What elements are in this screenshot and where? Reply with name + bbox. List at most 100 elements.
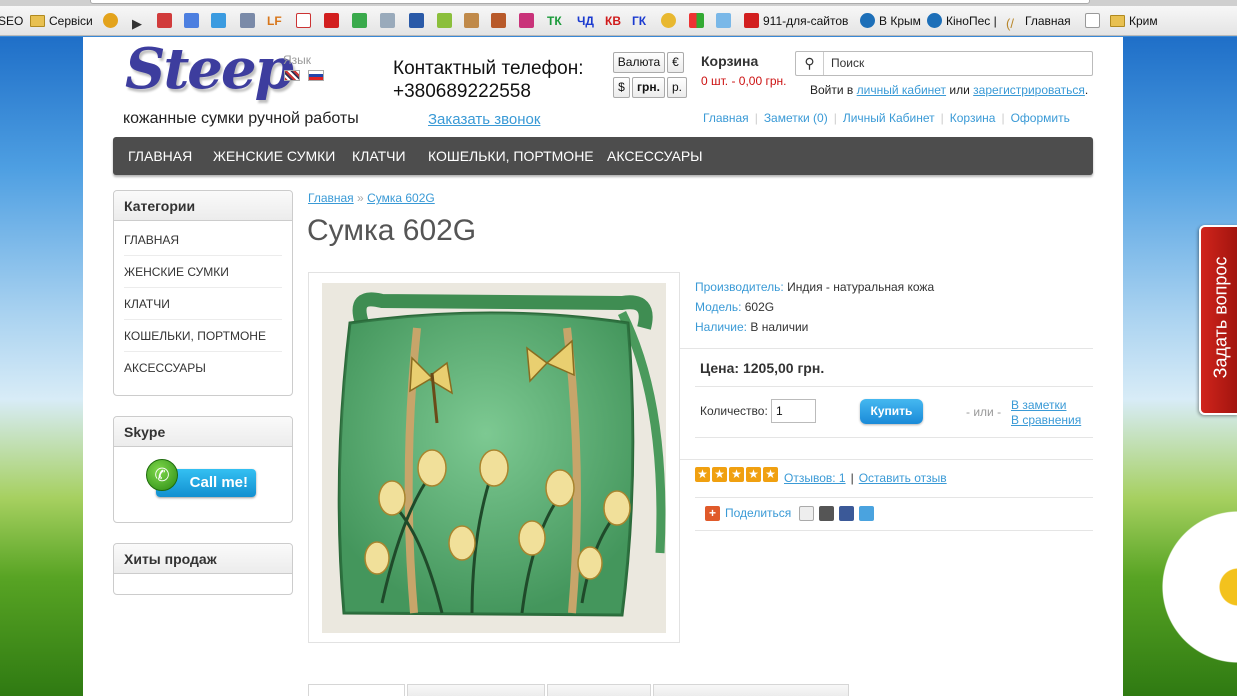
bookmark-crimea[interactable]: В Крым [860,11,921,31]
divider [695,386,1093,387]
bookmark-crimea-folder[interactable]: Крим [1110,11,1158,31]
bookmark-icon-9[interactable] [324,11,343,31]
manufacturer-value: Индия - натуральная кожа [787,280,935,294]
youtube-icon [324,13,339,28]
bookmark-icon-14[interactable] [464,11,483,31]
category-item[interactable]: ГЛАВНАЯ [124,224,282,256]
tab-reviews[interactable] [547,684,651,696]
divider [680,459,1093,460]
buy-button[interactable]: Купить [860,399,923,424]
bookmark-icon-16[interactable] [519,11,538,31]
site-icon [716,13,731,28]
share-link[interactable]: Поделиться [725,506,791,520]
breadcrumb-home[interactable]: Главная [308,191,354,205]
tab-specs[interactable] [407,684,545,696]
menu-item-accessories[interactable]: АКСЕССУАРЫ [607,137,703,175]
breadcrumb-current[interactable]: Сумка 602G [367,191,435,205]
bookmark-icon-17[interactable]: ТК [547,11,562,31]
cart-summary[interactable]: 0 шт. - 0,00 грн. [701,74,787,88]
cabinet-link[interactable]: личный кабинет [857,83,946,97]
windows-icon [689,13,704,28]
bookmark-label: SEO [0,14,24,28]
bookmark-icon-1[interactable] [103,11,122,31]
english-flag-icon[interactable] [284,70,300,81]
cart-title[interactable]: Корзина [701,53,758,69]
menu-item-clutches[interactable]: КЛАТЧИ [352,137,406,175]
tk-icon: ТК [547,14,562,28]
bookmark-icon-3[interactable] [157,11,176,31]
bookmark-icon-20[interactable]: ГК [632,11,646,31]
bookmark-icon-8[interactable] [296,11,315,31]
bookmark-icon-7[interactable]: LF [267,11,282,31]
bookmark-icon-5[interactable] [211,11,230,31]
chd-icon: ЧД [577,14,594,28]
add-to-compare-link[interactable]: В сравнения [1011,413,1081,428]
star-icon: ★ [695,467,710,482]
bookmark-icon-12[interactable] [409,11,428,31]
bookmark-icon-24[interactable] [1085,11,1104,31]
top-link-wishlist[interactable]: Заметки (0) [758,111,834,125]
manufacturer-row: Производитель: Индия - натуральная кожа [695,280,934,294]
bookmark-911[interactable]: 911-для-сайтов [744,11,848,31]
menu-item-wallets[interactable]: КОШЕЛЬКИ, ПОРТМОНЕ [428,137,594,175]
bookmark-icon-2[interactable]: ▶ [132,11,151,31]
write-review-link[interactable]: Оставить отзыв [859,471,947,485]
bookmark-seo[interactable]: SEO [0,11,23,31]
product-price: Цена: 1205,00 грн. [700,360,825,376]
twitter-icon[interactable] [859,506,874,521]
search-input[interactable]: Поиск [831,56,864,70]
category-item[interactable]: ЖЕНСКИЕ СУМКИ [124,256,282,288]
menu-item-home[interactable]: ГЛАВНАЯ [128,137,192,175]
currency-usd-button[interactable]: $ [613,77,630,98]
callback-link[interactable]: Заказать звонок [428,111,540,128]
site-icon [380,13,395,28]
top-link-cart[interactable]: Корзина [944,111,1002,125]
divider [680,348,1093,349]
email-icon[interactable] [799,506,814,521]
currency-eur-button[interactable]: € [667,52,684,73]
category-item[interactable]: АКСЕССУАРЫ [124,352,282,384]
bookmark-icon-4[interactable] [184,11,203,31]
site-logo[interactable]: Steep [125,36,294,102]
register-link[interactable]: зарегистрироваться [973,83,1085,97]
bookmark-icon-18[interactable]: ЧД [577,11,594,31]
bookmark-icon-11[interactable] [380,11,399,31]
print-icon[interactable] [819,506,834,521]
bookmark-icon-22[interactable] [689,11,708,31]
top-link-home[interactable]: Главная [703,111,755,125]
lf-icon: LF [267,14,282,28]
manufacturer-label[interactable]: Производитель: [695,280,784,294]
search-icon[interactable]: ⚲ [796,52,824,75]
quantity-input[interactable]: 1 [771,399,816,423]
bookmark-icon-19[interactable]: КВ [605,11,621,31]
currency-uah-button[interactable]: грн. [632,77,665,98]
bookmark-main[interactable]: (/ Главная [1006,11,1071,31]
bookmark-kinopes[interactable]: КіноПес | [927,11,997,31]
bookmark-icon-10[interactable] [352,11,371,31]
top-link-account[interactable]: Личный Кабинет [837,111,941,125]
plus-icon[interactable]: + [705,506,720,521]
availability-label: Наличие: [695,320,748,334]
top-link-checkout[interactable]: Оформить [1005,111,1076,125]
bookmark-icon-13[interactable] [437,11,456,31]
categories-title: Категории [114,191,292,221]
bookmark-icon-23[interactable] [716,11,735,31]
bookmark-icon-15[interactable] [491,11,510,31]
bookmark-icon-6[interactable] [240,11,259,31]
reviews-count-link[interactable]: Отзывов: 1 [784,471,846,485]
product-image[interactable] [322,283,666,633]
ask-question-button[interactable]: Задать вопрос [1199,225,1237,415]
tab-related[interactable] [653,684,849,696]
menu-item-women-bags[interactable]: ЖЕНСКИЕ СУМКИ [213,137,335,175]
add-to-wishlist-link[interactable]: В заметки [1011,398,1081,413]
tab-description[interactable] [308,684,405,696]
facebook-icon[interactable] [839,506,854,521]
skype-call-button[interactable]: Call me! ✆ [146,459,256,497]
bookmark-services[interactable]: Сервіси [30,11,93,31]
category-item[interactable]: КОШЕЛЬКИ, ПОРТМОНЕ [124,320,282,352]
category-item[interactable]: КЛАТЧИ [124,288,282,320]
currency-rub-button[interactable]: р. [667,77,687,98]
bookmark-icon-21[interactable] [661,11,680,31]
address-bar[interactable] [90,0,1090,4]
russian-flag-icon[interactable] [308,70,324,81]
